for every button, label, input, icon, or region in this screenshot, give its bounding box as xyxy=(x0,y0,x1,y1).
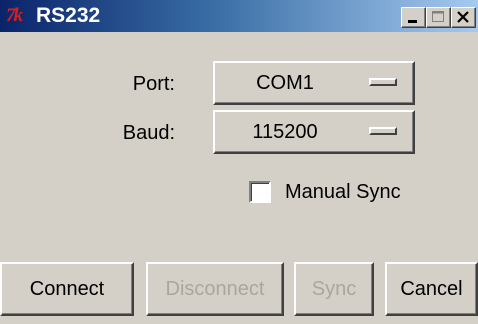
tk-feather-icon: 7k xyxy=(6,5,23,26)
maximize-icon xyxy=(432,11,444,22)
baud-label: Baud: xyxy=(122,122,175,144)
manual-sync-label[interactable]: Manual Sync xyxy=(285,179,401,205)
sync-button[interactable]: Sync xyxy=(294,262,374,316)
manual-sync-checkbox[interactable] xyxy=(249,181,271,203)
close-icon xyxy=(457,11,469,23)
cancel-button[interactable]: Cancel xyxy=(385,262,478,316)
minimize-button[interactable] xyxy=(401,7,426,28)
menubutton-indicator-icon xyxy=(369,127,397,135)
window-title: RS232 xyxy=(36,4,101,27)
baud-menubutton[interactable]: 115200 xyxy=(213,110,415,154)
port-menubutton[interactable]: COM1 xyxy=(213,61,415,105)
port-value: COM1 xyxy=(256,72,314,94)
minimize-icon xyxy=(408,20,417,23)
port-label: Port: xyxy=(132,73,175,95)
connect-button[interactable]: Connect xyxy=(0,262,134,316)
baud-value: 115200 xyxy=(252,121,318,143)
disconnect-button[interactable]: Disconnect xyxy=(146,262,284,316)
maximize-button[interactable] xyxy=(426,7,451,28)
menubutton-indicator-icon xyxy=(369,78,397,86)
close-button[interactable] xyxy=(451,7,476,28)
rs232-window: 7k RS232 Port: COM1 Baud: 115200 Manual … xyxy=(0,0,478,324)
title-bar[interactable]: 7k RS232 xyxy=(0,0,478,32)
